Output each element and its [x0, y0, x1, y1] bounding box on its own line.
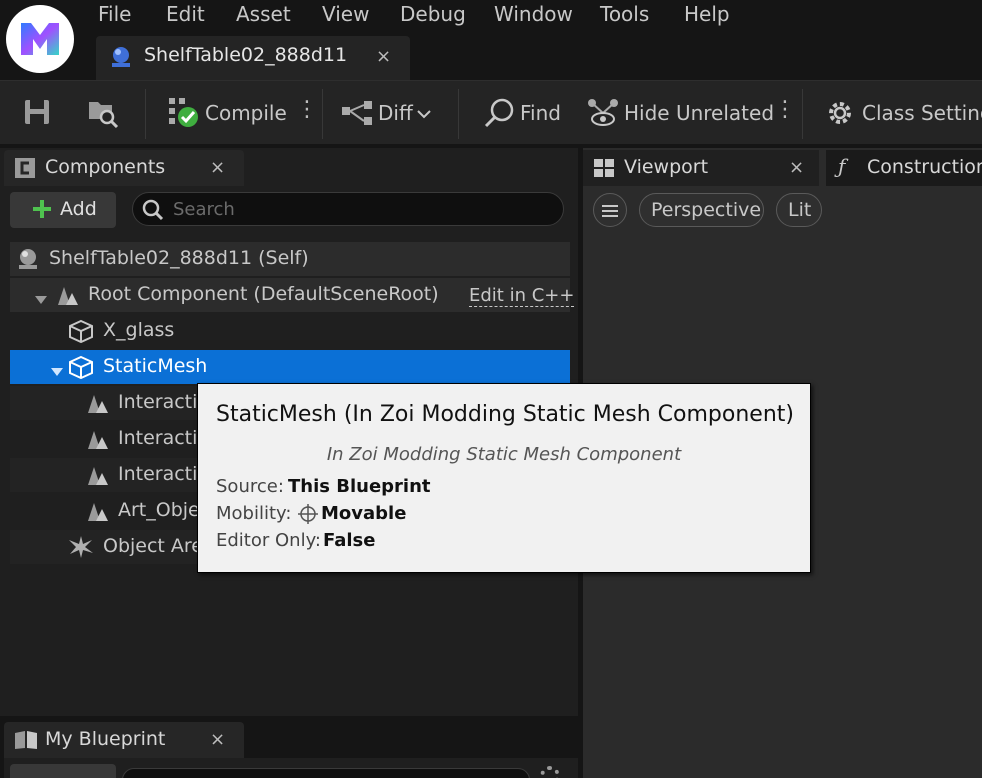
- component-tooltip: StaticMesh (In Zoi Modding Static Mesh C…: [197, 383, 811, 573]
- close-icon[interactable]: ×: [210, 157, 225, 178]
- tab-viewport[interactable]: Viewport ×: [583, 150, 819, 186]
- toolbar-separator: [145, 89, 146, 139]
- hide-unrelated-button[interactable]: Hide Unrelated: [624, 101, 774, 125]
- tooltip-editor-only-value: False: [323, 530, 376, 551]
- add-component-button[interactable]: Add: [10, 192, 116, 228]
- diff-button[interactable]: Diff: [378, 101, 413, 125]
- my-blueprint-toolbar: [4, 758, 578, 778]
- tooltip-editor-only-key: Editor Only:: [216, 530, 321, 551]
- book-icon: [14, 730, 38, 754]
- menu-asset[interactable]: Asset: [236, 2, 291, 26]
- tooltip-title: StaticMesh (In Zoi Modding Static Mesh C…: [216, 402, 794, 427]
- tooltip-source-key: Source:: [216, 476, 284, 497]
- hide-unrelated-icon[interactable]: [586, 97, 620, 133]
- tab-my-blueprint[interactable]: My Blueprint ×: [4, 722, 244, 758]
- gear-icon[interactable]: [824, 97, 856, 133]
- tree-label: X_glass: [103, 319, 175, 341]
- tooltip-source-value: This Blueprint: [288, 476, 431, 497]
- plus-icon: [32, 199, 52, 223]
- find-icon[interactable]: [482, 97, 516, 133]
- menu-tools[interactable]: Tools: [600, 2, 649, 26]
- tab-construction-label: Construction: [867, 156, 982, 178]
- tree-label: ShelfTable02_888d11 (Self): [49, 247, 309, 269]
- tree-row-self[interactable]: ShelfTable02_888d11 (Self): [10, 242, 570, 276]
- function-icon: ƒ: [838, 154, 846, 178]
- perspective-label: Perspective: [651, 199, 762, 221]
- tree-label: Interactio: [118, 391, 210, 413]
- tree-label: StaticMesh: [103, 355, 208, 377]
- class-settings-button[interactable]: Class Settings: [862, 101, 982, 125]
- cube-icon: [68, 319, 94, 347]
- gear-icon[interactable]: [540, 766, 560, 778]
- tab-components[interactable]: Components ×: [4, 150, 244, 186]
- burst-icon: [68, 535, 94, 563]
- compile-button[interactable]: Compile: [205, 101, 287, 125]
- chevron-down-icon[interactable]: [416, 105, 432, 124]
- asset-tab[interactable]: ShelfTable02_888d11 ×: [96, 36, 410, 80]
- tree-label: Interactio: [118, 427, 210, 449]
- tab-construction-script[interactable]: ƒ Construction: [826, 150, 982, 186]
- menu-view[interactable]: View: [322, 2, 369, 26]
- diff-icon[interactable]: [340, 99, 376, 131]
- toolbar: Compile ⋮ Diff Find Hide Unrelated ⋮ Cla…: [0, 80, 982, 144]
- cube-icon: [68, 355, 94, 383]
- menu-window[interactable]: Window: [494, 2, 573, 26]
- compile-icon[interactable]: [166, 95, 202, 135]
- menu-file[interactable]: File: [98, 2, 131, 26]
- search-icon: [141, 198, 165, 226]
- menu-edit[interactable]: Edit: [166, 2, 205, 26]
- perspective-button[interactable]: Perspective: [639, 193, 764, 227]
- scene-root-icon: [54, 283, 80, 311]
- compile-options-icon[interactable]: ⋮: [296, 97, 318, 122]
- chevron-down-icon[interactable]: [34, 290, 48, 309]
- find-button[interactable]: Find: [520, 101, 561, 125]
- tree-row-x-glass[interactable]: X_glass: [10, 314, 570, 348]
- close-icon[interactable]: ×: [376, 46, 391, 67]
- tab-viewport-label: Viewport: [624, 156, 709, 178]
- my-blueprint-add-button[interactable]: [10, 764, 116, 778]
- blueprint-actor-icon: [108, 46, 134, 74]
- scene-component-icon: [84, 463, 110, 491]
- components-icon: [14, 157, 36, 183]
- tooltip-mobility-value: Movable: [321, 503, 407, 524]
- my-blueprint-search[interactable]: [122, 768, 530, 778]
- menu-help[interactable]: Help: [684, 2, 730, 26]
- scene-component-icon: [84, 499, 110, 527]
- asset-tab-label: ShelfTable02_888d11: [144, 44, 348, 66]
- toolbar-separator: [802, 89, 803, 139]
- chevron-down-icon[interactable]: [50, 362, 64, 381]
- scene-component-icon: [84, 391, 110, 419]
- tooltip-subtitle: In Zoi Modding Static Mesh Component: [326, 444, 682, 465]
- viewport-options-button[interactable]: [593, 193, 627, 227]
- component-search[interactable]: [132, 192, 564, 226]
- search-input[interactable]: [173, 196, 553, 222]
- hamburger-icon: [602, 203, 618, 222]
- actor-sphere-icon: [16, 247, 40, 275]
- browse-icon[interactable]: [86, 95, 120, 133]
- toolbar-separator: [458, 89, 459, 139]
- tab-components-label: Components: [45, 156, 166, 178]
- app-logo[interactable]: [6, 5, 74, 73]
- lit-label: Lit: [788, 199, 812, 221]
- edit-in-cpp-link[interactable]: Edit in C++: [469, 285, 575, 307]
- tab-my-blueprint-label: My Blueprint: [45, 728, 166, 750]
- menu-debug[interactable]: Debug: [400, 2, 466, 26]
- lit-button[interactable]: Lit: [776, 193, 822, 227]
- tooltip-mobility-key: Mobility:: [216, 503, 292, 524]
- tree-label: Interactio: [118, 463, 210, 485]
- add-label: Add: [60, 198, 97, 220]
- close-icon[interactable]: ×: [210, 729, 225, 750]
- close-icon[interactable]: ×: [789, 157, 804, 178]
- movable-icon: [296, 503, 320, 529]
- hide-unrelated-options-icon[interactable]: ⋮: [774, 97, 796, 122]
- viewport-icon: [593, 158, 615, 182]
- tree-row-staticmesh[interactable]: StaticMesh: [10, 350, 570, 384]
- tree-label: Art_Obje: [118, 499, 200, 521]
- scene-component-icon: [84, 427, 110, 455]
- tree-label: Root Component (DefaultSceneRoot): [88, 283, 439, 305]
- tree-label: Object Are: [103, 535, 204, 557]
- toolbar-separator: [322, 89, 323, 139]
- save-icon[interactable]: [22, 97, 52, 131]
